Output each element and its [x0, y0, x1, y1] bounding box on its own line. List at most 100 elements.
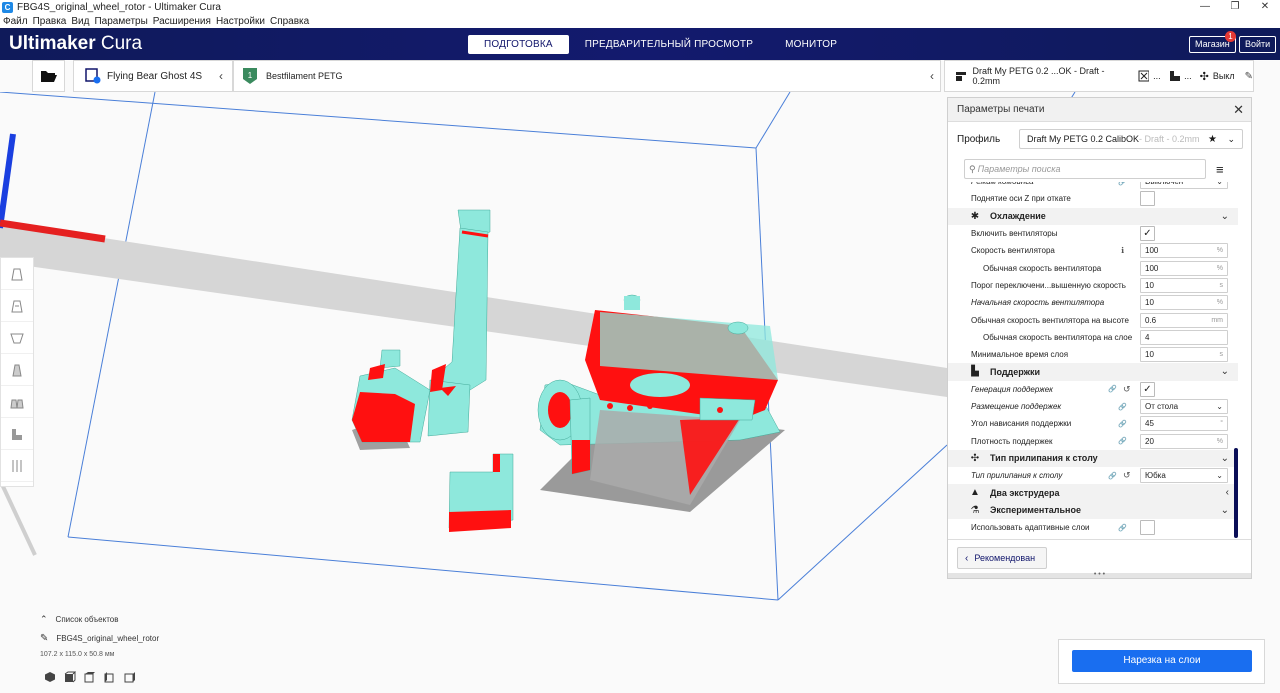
- object-list-label: Список объектов: [55, 615, 119, 624]
- maximize-button[interactable]: ❐: [1220, 0, 1250, 14]
- setting-unit: s: [1219, 351, 1224, 359]
- menu-settings[interactable]: Параметры: [94, 16, 147, 27]
- setting-input[interactable]: 10 s: [1140, 277, 1228, 293]
- rotate-tool-button[interactable]: [1, 322, 33, 354]
- settings-category[interactable]: ⚗ Экспериментальное ⌄: [948, 501, 1238, 519]
- material-selector[interactable]: 1 Bestfilament PETG ‹: [233, 60, 941, 92]
- link-icon[interactable]: 🔗: [1118, 420, 1127, 428]
- stage-tabs: ПОДГОТОВКА ПРЕДВАРИТЕЛЬНЫЙ ПРОСМОТР МОНИ…: [468, 35, 853, 54]
- setting-value: 10: [1145, 350, 1154, 360]
- setting-input[interactable]: 0.6 mm: [1140, 312, 1228, 328]
- per-model-settings-button[interactable]: [1, 386, 33, 418]
- setting-checkbox[interactable]: [1140, 520, 1155, 536]
- view-right-button[interactable]: [120, 669, 140, 684]
- profile-summary: Draft My PETG 0.2 ...OK - Draft - 0.2mm: [972, 66, 1105, 86]
- setting-row: Порог переключени...вышенную скорость 10 s: [948, 277, 1238, 294]
- setting-input[interactable]: 4: [1140, 329, 1228, 345]
- tab-preview[interactable]: ПРЕДВАРИТЕЛЬНЫЙ ПРОСМОТР: [569, 35, 769, 54]
- menu-file[interactable]: Файл: [3, 16, 28, 27]
- link-icon[interactable]: 🔗: [1108, 472, 1117, 480]
- link-icon[interactable]: 🔗: [1118, 524, 1127, 532]
- setting-input[interactable]: 100%: [1140, 243, 1228, 259]
- settings-search-input[interactable]: ⚲ Параметры поиска: [964, 159, 1206, 179]
- mesh-tools-button[interactable]: [1, 450, 33, 482]
- print-setup-selector[interactable]: Draft My PETG 0.2 ...OK - Draft - 0.2mm …: [944, 60, 1254, 92]
- open-file-button[interactable]: [32, 60, 65, 92]
- build-volume-wireframe: [0, 92, 1076, 601]
- menu-help[interactable]: Справка: [270, 16, 309, 27]
- menu-view[interactable]: Вид: [71, 16, 89, 27]
- setting-input[interactable]: 45 °: [1140, 416, 1228, 432]
- panel-header: Параметры печати ✕: [948, 98, 1251, 122]
- minimize-button[interactable]: —: [1190, 0, 1220, 14]
- setting-dropdown[interactable]: Юбка ⌄: [1140, 468, 1228, 484]
- setting-checkbox[interactable]: ✓: [1140, 381, 1155, 397]
- close-window-button[interactable]: ✕: [1250, 0, 1280, 14]
- setting-unit: °: [1220, 420, 1223, 428]
- setting-input[interactable]: 100%: [1140, 260, 1228, 276]
- login-button[interactable]: Войти: [1239, 36, 1277, 53]
- view-front-button[interactable]: [60, 669, 80, 684]
- link-icon[interactable]: 🔗: [1118, 437, 1127, 445]
- menu-preferences[interactable]: Настройки: [216, 16, 265, 27]
- link-icon[interactable]: 🔗: [1118, 182, 1127, 186]
- setting-label: Режим комбинга: [971, 182, 1034, 186]
- link-icon[interactable]: 🔗: [1118, 403, 1127, 411]
- setting-checkbox[interactable]: [1140, 191, 1155, 207]
- object-list-item[interactable]: ✎ FBG4S_original_wheel_rotor: [40, 633, 159, 644]
- close-icon[interactable]: ✕: [1233, 102, 1244, 118]
- setting-value: 10: [1145, 280, 1154, 290]
- settings-category[interactable]: ▙ Поддержки ⌄: [948, 363, 1238, 381]
- recommended-mode-button[interactable]: ‹ Рекомендован: [957, 547, 1047, 569]
- menu-edit[interactable]: Правка: [33, 16, 67, 27]
- setting-row: Обычная скорость вентилятора 100%: [948, 259, 1238, 276]
- chevron-down-icon: ⌄: [1220, 366, 1229, 378]
- slice-button[interactable]: Нарезка на слои: [1072, 650, 1252, 672]
- settings-menu-icon[interactable]: ≡: [1216, 162, 1224, 177]
- folder-open-icon: [40, 71, 57, 82]
- setting-label: Генерация поддержек: [971, 384, 1053, 394]
- view-left-button[interactable]: [100, 669, 120, 684]
- setting-input[interactable]: 10 s: [1140, 347, 1228, 363]
- material-name: Bestfilament PETG: [266, 71, 343, 81]
- settings-list[interactable]: Режим комбинга 🔗 Выключен ⌄ Поднятие оси Z п…: [948, 182, 1238, 539]
- setting-checkbox[interactable]: ✓: [1140, 226, 1155, 242]
- printer-selector[interactable]: Flying Bear Ghost 4S ‹: [73, 60, 233, 92]
- info-icon[interactable]: ℹ: [1121, 246, 1124, 255]
- link-icon[interactable]: 🔗: [1108, 385, 1117, 393]
- view-top-button[interactable]: [80, 669, 100, 684]
- setting-dropdown[interactable]: От стола ⌄: [1140, 399, 1228, 414]
- settings-category[interactable]: ✣ Тип прилипания к столу ⌄: [948, 449, 1238, 468]
- mirror-tool-button[interactable]: [1, 354, 33, 386]
- setting-unit: s: [1219, 281, 1224, 289]
- reset-icon[interactable]: ↺: [1123, 470, 1131, 481]
- star-icon[interactable]: ★: [1208, 134, 1217, 145]
- settings-category[interactable]: ▲ Два экструдера ‹: [948, 484, 1238, 502]
- recommended-label: Рекомендован: [974, 553, 1036, 563]
- pencil-icon: ✎: [1244, 70, 1253, 82]
- profile-dropdown[interactable]: Draft My PETG 0.2 CalibOK - Draft - 0.2m…: [1019, 129, 1243, 149]
- settings-scrollbar[interactable]: [1234, 448, 1238, 538]
- scale-tool-button[interactable]: [1, 290, 33, 322]
- printer-icon: [85, 68, 101, 84]
- move-icon: [11, 268, 23, 280]
- view-3d-button[interactable]: [40, 669, 60, 684]
- setting-input[interactable]: 10%: [1140, 295, 1228, 311]
- setting-input[interactable]: 20%: [1140, 433, 1228, 449]
- tab-monitor[interactable]: МОНИТОР: [769, 35, 853, 54]
- panel-resize-handle[interactable]: • • •: [948, 571, 1251, 578]
- setting-label: Обычная скорость вентилятора: [983, 263, 1102, 273]
- chevron-down-icon: ⌄: [1220, 452, 1229, 464]
- mesh-tools-icon: [12, 459, 22, 472]
- setting-dropdown[interactable]: Выключен ⌄: [1140, 182, 1228, 190]
- menu-extensions[interactable]: Расширения: [153, 16, 211, 27]
- tab-prepare[interactable]: ПОДГОТОВКА: [468, 35, 569, 54]
- settings-category[interactable]: ✱ Охлаждение ⌄: [948, 207, 1238, 225]
- reset-icon[interactable]: ↺: [1123, 384, 1131, 395]
- move-tool-button[interactable]: [1, 258, 33, 290]
- setting-row: Обычная скорость вентилятора на высоте 0.…: [948, 311, 1238, 328]
- support-blocker-button[interactable]: [1, 418, 33, 450]
- object-list-toggle[interactable]: ⌃ Список объектов: [40, 614, 118, 625]
- cube-top-icon: [84, 671, 95, 682]
- chevron-left-icon: ‹: [965, 552, 969, 564]
